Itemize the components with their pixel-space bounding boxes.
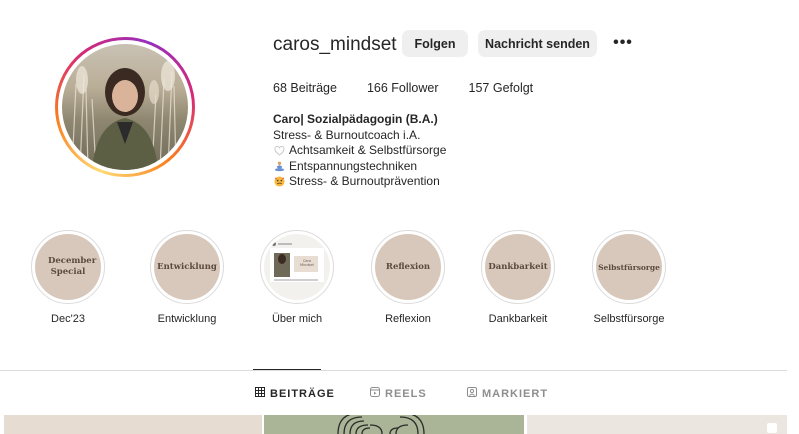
highlight-cover: Entwicklung [154,234,220,300]
highlight-photo-caption: Caro Mindset [300,259,314,267]
multi-post-icon [767,423,777,433]
highlight-label: Dankbarkeit [488,313,548,325]
bio-line: Entspannungstechniken [273,159,446,175]
highlight-cover: December Special [35,234,101,300]
highlight-reflexion[interactable]: Reflexion Reflexion [368,230,448,325]
tab-tagged-label: MARKIERT [482,387,549,400]
highlight-ring: Selbstfürsorge [592,230,666,304]
profile-bio: Caro| Sozialpädagogin (B.A.) Stress- & B… [273,112,446,190]
bio-line: Stress- & Burnoutprävention [273,174,446,190]
bio-line-text: Stress- & Burnoutprävention [289,174,440,188]
following-count[interactable]: 157 Gefolgt [469,81,534,95]
highlight-entwicklung[interactable]: Entwicklung Entwicklung [147,230,227,325]
send-message-button[interactable]: Nachricht senden [478,30,597,57]
tab-reels[interactable]: REELS [370,387,427,400]
follow-button[interactable]: Folgen [402,30,468,57]
tab-posts[interactable]: BEITRÄGE [255,387,335,400]
highlight-label: Reflexion [385,313,431,325]
highlight-cover: Dankbarkeit [485,234,551,300]
bio-line: Achtsamkeit & Selbstfürsorge [273,143,446,159]
highlight-ring: Dankbarkeit [481,230,555,304]
highlight-ring: December Special [31,230,105,304]
profile-avatar-story-ring[interactable] [55,37,195,177]
tab-tagged[interactable]: MARKIERT [467,387,548,400]
tabs-divider [0,370,787,371]
highlight-december[interactable]: December Special Dec'23 [28,230,108,325]
highlight-cover: Reflexion [375,234,441,300]
more-options-icon[interactable]: ••• [611,34,635,52]
highlight-cover-text: Entwicklung [157,261,217,272]
profile-username: caros_mindset [273,34,397,55]
bio-name: Caro| Sozialpädagogin (B.A.) [273,112,438,126]
highlight-selbstfuersorge[interactable]: Selbstfürsorge Selbstfürsorge [589,230,669,325]
stressed-face-emoji-icon [273,176,285,187]
highlight-ueber-mich[interactable]: Caro Mindset Über mich [257,230,337,325]
highlight-cover-text: Reflexion [385,261,431,272]
highlight-cover-text: Dankbarkeit [488,261,548,272]
profile-stats: 68 Beiträge 166 Follower 157 Gefolgt [273,81,533,95]
bio-line-text: Entspannungstechniken [289,158,418,173]
avatar-gap [58,40,192,174]
followers-count[interactable]: 166 Follower [367,81,439,95]
highlight-label: Selbstfürsorge [593,313,665,325]
avatar[interactable] [62,44,188,170]
grid-icon [255,387,265,400]
tab-reels-label: REELS [385,387,427,400]
highlight-ring: Caro Mindset [260,230,334,304]
highlight-label: Über mich [271,313,323,325]
post-thumbnail[interactable] [264,415,524,434]
highlight-ring: Reflexion [371,230,445,304]
post-thumbnail[interactable] [527,415,787,434]
highlight-cover-text: December Special [48,256,97,277]
reels-icon [370,387,380,400]
highlight-cover-photo: Caro Mindset [264,234,330,300]
bio-line-text: Achtsamkeit & Selbstfürsorge [289,143,447,157]
tab-posts-label: BEITRÄGE [270,387,335,400]
highlight-label: Dec'23 [51,313,85,325]
highlight-cover-text: Selbstfürsorge [598,262,660,272]
highlight-dankbarkeit[interactable]: Dankbarkeit Dankbarkeit [478,230,558,325]
tagged-user-icon [467,387,477,400]
meditation-emoji-icon [273,161,285,172]
highlight-label: Entwicklung [157,313,217,325]
highlight-cover: Selbstfürsorge [596,234,662,300]
active-tab-indicator [253,369,321,370]
highlight-ring: Entwicklung [150,230,224,304]
posts-count: 68 Beiträge [273,81,337,95]
post-thumbnail[interactable] [4,415,262,434]
bio-line: Stress- & Burnoutcoach i.A. [273,127,421,142]
heart-outline-icon [273,145,285,156]
